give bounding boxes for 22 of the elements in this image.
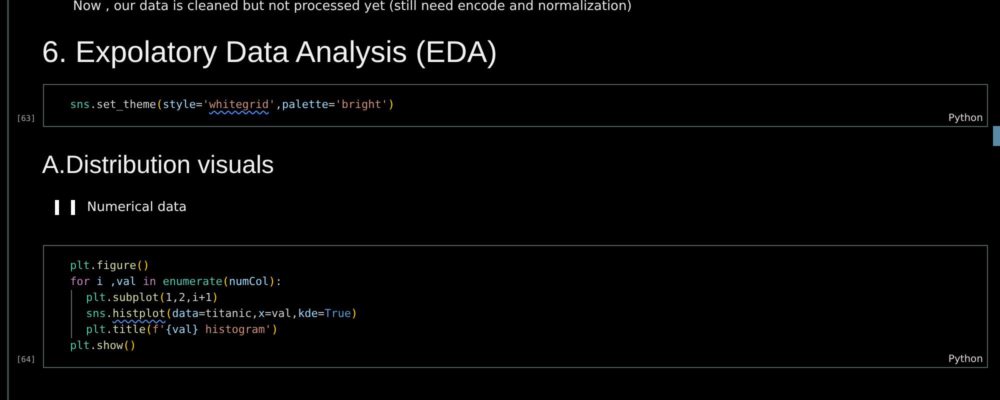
quote-bar: [55, 200, 59, 215]
subsection-heading: A.Distribution visuals: [42, 151, 276, 180]
code-line: for i ,val in enumerate(numCol):: [70, 274, 283, 290]
code-line: plt.show(): [70, 338, 138, 354]
squiggled-code-word: whitegrid: [209, 97, 269, 113]
quote-text: Numerical data: [87, 200, 187, 215]
markdown-text: Now , our data is cleaned but not processed yet (still need encode and normalization): [73, 0, 633, 14]
scrollbar-thumb[interactable]: [993, 126, 1000, 146]
execution-count: [63]: [15, 114, 37, 123]
code-line: plt.title(f'{val} histogram'): [86, 322, 280, 338]
execution-count: [64]: [15, 355, 37, 364]
code-line: sns.histplot(data=titanic,x=val,kde=True): [86, 306, 359, 322]
code-line: sns.set_theme(style='whitegrid',palette='bright'): [70, 97, 396, 113]
code-line: plt.subplot(1,2,i+1): [86, 290, 220, 306]
code-cell[interactable]: plt.figure() for i ,val in enumerate(numCol): plt.subplot(1,2,i+1) sns.histplot(data=titanic,x=val,kde=True) plt.title(f'{val} histogram') plt.show() Python: [43, 245, 988, 368]
code-line: plt.figure(): [70, 258, 150, 274]
code-cell[interactable]: sns.set_theme(style='whitegrid',palette='bright') Python: [43, 84, 988, 127]
quote-bar: [71, 200, 75, 215]
section-heading: 6. Expolatory Data Analysis (EDA): [42, 36, 498, 70]
squiggled-code-word: histplot: [112, 306, 166, 322]
language-label[interactable]: Python: [948, 354, 983, 365]
language-label[interactable]: Python: [948, 113, 983, 124]
